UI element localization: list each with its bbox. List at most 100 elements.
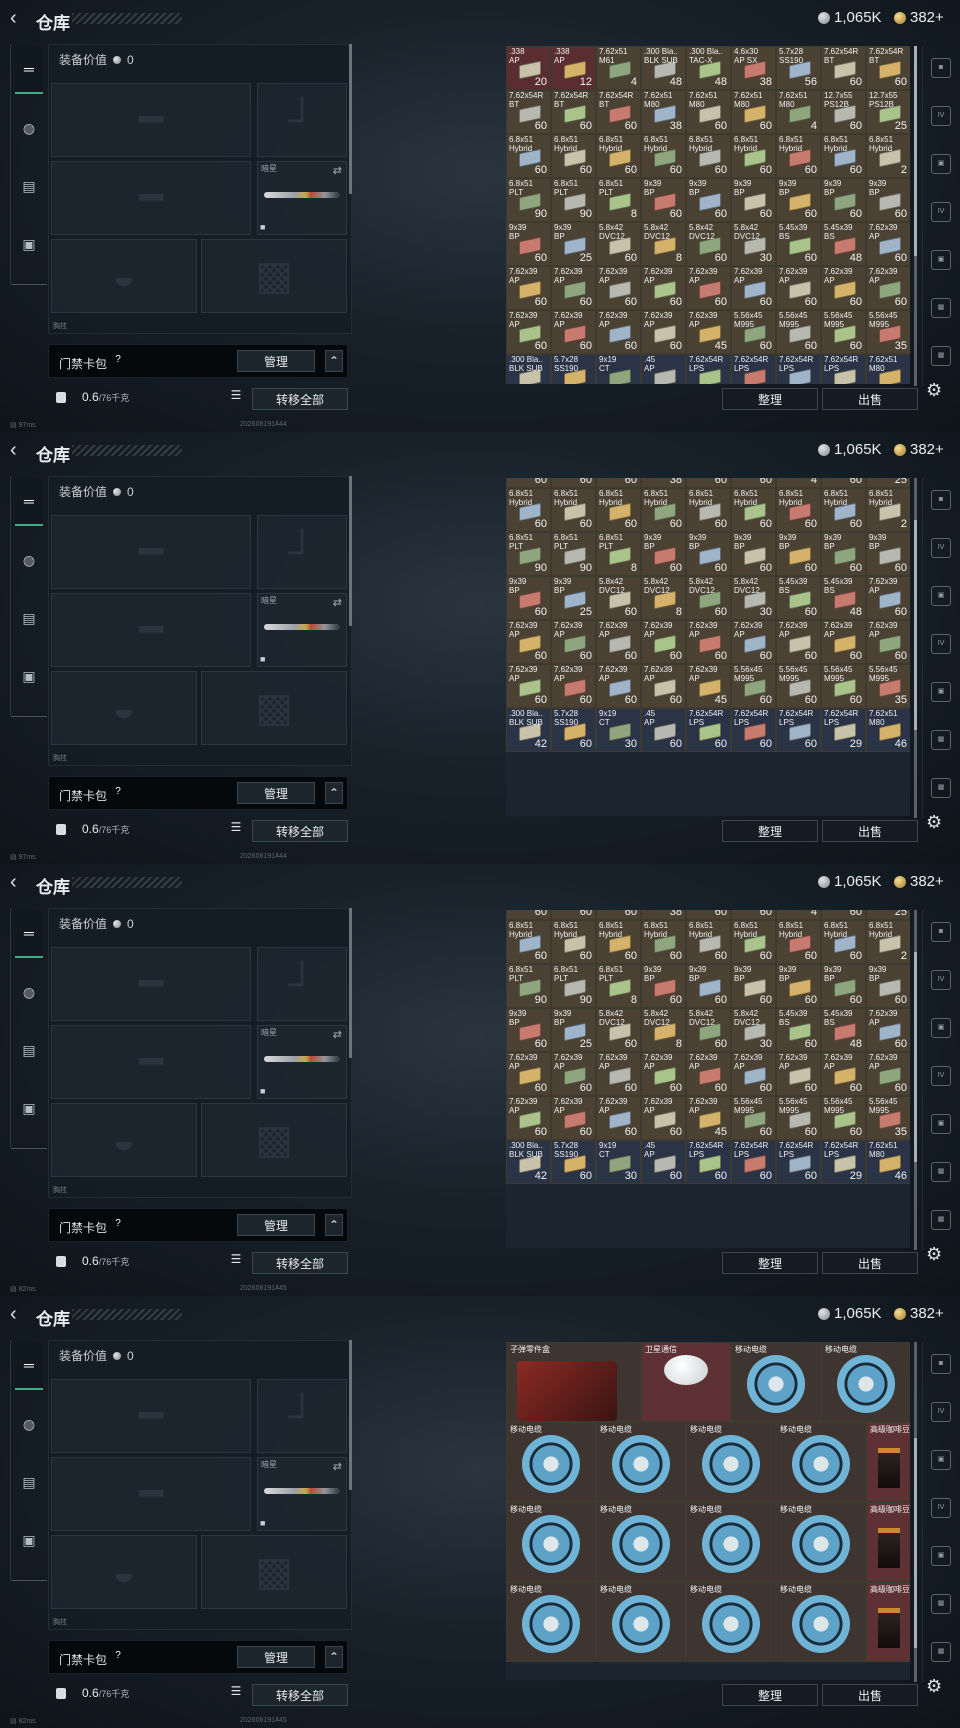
ammo-cell[interactable]: 7.62x54R LPS 60 [731, 1140, 776, 1184]
ammo-cell[interactable]: 9x19 CT 30 [596, 708, 641, 752]
settings-gear-icon[interactable]: ⚙ [926, 1244, 942, 1265]
back-arrow-icon[interactable]: ‹ [10, 8, 26, 28]
armor-slot[interactable]: ▩ [201, 1535, 347, 1609]
ammo-cell[interactable]: 7.62x39 AP 60 [866, 620, 910, 664]
tab-weapons-parts-icon[interactable]: ▣ [931, 1018, 951, 1038]
ammo-cell[interactable]: 5.45x39 BS 48 [821, 1008, 866, 1052]
ammo-cell[interactable]: 6.8x51 Hybrid 60 [551, 920, 596, 964]
helmet-slot[interactable]: ◒ [51, 1535, 197, 1609]
tab-storage-5-icon[interactable]: ▦ [931, 1210, 951, 1230]
ammo-cell[interactable]: 5.7x28 SS19060 [551, 1140, 596, 1184]
ammo-cell[interactable]: 12.7x55 PS12B 60 [821, 90, 866, 134]
loadout-scrollbar[interactable] [349, 44, 352, 194]
tab-all-icon[interactable]: ◙ [931, 1354, 951, 1374]
ammo-cell[interactable]: 7.62x39 AP 60 [731, 1052, 776, 1096]
primary-weapon-slot[interactable]: ━ [51, 947, 251, 1021]
tab-storage-3-icon[interactable]: ▣ [931, 1546, 951, 1566]
tab-storage-3-icon[interactable]: ▣ [931, 250, 951, 270]
ammo-cell[interactable]: 7.62x51 M804 [776, 478, 821, 488]
transfer-all-button[interactable]: 转移全部 [252, 388, 348, 410]
ammo-cell[interactable]: 7.62x39 AP 60 [776, 1052, 821, 1096]
ammo-cell[interactable]: 9x39 BP 60 [731, 532, 776, 576]
tab-helmet-icon[interactable]: ◍ [15, 104, 43, 152]
tab-case-icon[interactable]: ▣ [15, 1516, 43, 1564]
ammo-cell[interactable]: 9x39 BP 60 [821, 532, 866, 576]
help-icon[interactable]: ? [111, 354, 125, 368]
back-arrow-icon[interactable]: ‹ [10, 872, 26, 892]
ammo-cell[interactable]: 7.62x39 AP 60 [641, 266, 686, 310]
ammo-cell[interactable]: 6.8x51 PLT 90 [551, 178, 596, 222]
ammo-cell[interactable]: 5.8x42 DVC12 30 [731, 1008, 776, 1052]
tab-helmet-icon[interactable]: ◍ [15, 968, 43, 1016]
item-cell[interactable]: 高级咖啡豆 [866, 1502, 910, 1582]
ammo-cell[interactable]: 7.62x39 AP 60 [551, 310, 596, 354]
manage-button[interactable]: 管理 [237, 1646, 315, 1668]
ammo-cell[interactable]: 5.56x45 M995 60 [776, 664, 821, 708]
ammo-cell[interactable]: 6.8x51 Hybrid 60 [731, 488, 776, 532]
tab-vest-icon[interactable]: ▤ [15, 1458, 43, 1506]
ammo-cell[interactable]: 7.62x39 AP 60 [731, 620, 776, 664]
sell-button[interactable]: 出售 [822, 820, 918, 842]
ammo-cell[interactable]: 5.8x42 DVC12 60 [596, 222, 641, 266]
ammo-cell[interactable]: 7.62x39 AP 60 [641, 1096, 686, 1140]
ammo-cell[interactable]: 9x39 BP 60 [641, 178, 686, 222]
tab-storage-5-icon[interactable]: ▦ [931, 346, 951, 366]
ammo-cell[interactable]: 7.62x51 M8060 [731, 478, 776, 488]
ammo-cell[interactable]: 9x39 BP 60 [686, 532, 731, 576]
ammo-cell[interactable]: 7.62x39 AP 60 [731, 266, 776, 310]
ammo-cell[interactable]: .300 Bla.. BLK SUB 48 [641, 46, 686, 90]
warehouse-scrollbar[interactable] [914, 46, 917, 386]
ammo-cell[interactable]: 7.62x54R BT 60 [596, 90, 641, 134]
gold-currency[interactable]: 382+ [894, 441, 944, 458]
ammo-cell[interactable]: 6.8x51 Hybrid 60 [776, 920, 821, 964]
tab-storage-5-icon[interactable]: ▦ [931, 778, 951, 798]
item-cell[interactable]: 移动电缆 [686, 1582, 776, 1662]
back-arrow-icon[interactable]: ‹ [10, 1304, 26, 1324]
primary-weapon-slot[interactable]: ━ [51, 1379, 251, 1453]
ammo-cell[interactable]: 5.56x45 M995 60 [776, 1096, 821, 1140]
tab-weapons-icon[interactable]: ═ [15, 1342, 43, 1390]
list-icon[interactable]: ☰ [227, 1252, 245, 1270]
ammo-cell[interactable]: 6.8x51 Hybrid 2 [866, 134, 910, 178]
ammo-cell[interactable]: 5.8x42 DVC12 8 [641, 576, 686, 620]
warehouse-scrollbar[interactable] [914, 910, 917, 1250]
ammo-cell[interactable]: .338 AP 20 [506, 46, 551, 90]
ammo-cell[interactable]: 7.62x51 M61 4 [596, 46, 641, 90]
ammo-cell[interactable]: 5.56x45 M995 60 [731, 1096, 776, 1140]
tab-weapons-icon[interactable]: ═ [15, 478, 43, 526]
tab-storage-3-icon[interactable]: ▣ [931, 682, 951, 702]
ammo-cell[interactable]: 6.8x51 PLT 90 [506, 964, 551, 1008]
helmet-slot[interactable]: ◒ [51, 671, 197, 745]
ammo-cell[interactable]: 6.8x51 Hybrid 60 [641, 134, 686, 178]
helmet-slot[interactable]: ◒ [51, 239, 197, 313]
ammo-cell[interactable]: 9x39 BP 25 [551, 222, 596, 266]
secondary-weapon-slot[interactable]: ━ [51, 1025, 251, 1099]
ammo-cell[interactable]: 9x39 BP 60 [866, 178, 910, 222]
ammo-cell[interactable]: 6.8x51 Hybrid 60 [731, 920, 776, 964]
ammo-cell[interactable]: 5.45x39 BS 60 [776, 222, 821, 266]
tab-helmet-icon[interactable]: ◍ [15, 1400, 43, 1448]
ammo-cell[interactable]: 9x39 BP 60 [866, 532, 910, 576]
ammo-cell[interactable]: .338 AP 12 [551, 46, 596, 90]
pistol-slot[interactable]: ┘ [257, 515, 347, 589]
ammo-cell[interactable]: 7.62x39 AP 60 [866, 1052, 910, 1096]
tab-vest-icon[interactable]: ▤ [15, 162, 43, 210]
item-cell[interactable]: 移动电缆 [686, 1422, 776, 1502]
ammo-cell[interactable]: 5.8x42 DVC12 60 [596, 1008, 641, 1052]
item-cell[interactable]: 移动电缆 [506, 1422, 596, 1502]
ammo-cell[interactable]: .45 AP 60 [641, 708, 686, 752]
ammo-cell[interactable]: 5.56x45 M995 60 [731, 310, 776, 354]
ammo-cell[interactable]: 9x39 BP 60 [821, 178, 866, 222]
armor-slot[interactable]: ▩ [201, 671, 347, 745]
ammo-cell[interactable]: 9x39 BP 25 [551, 1008, 596, 1052]
ammo-cell[interactable]: 9x39 BP 60 [641, 964, 686, 1008]
manage-button[interactable]: 管理 [237, 782, 315, 804]
ammo-cell[interactable]: .300 Bla.. BLK SUB 42 [506, 708, 551, 752]
ammo-cell[interactable]: 7.62x39 AP 60 [641, 1052, 686, 1096]
ammo-cell[interactable]: 5.56x45 M995 60 [731, 664, 776, 708]
settings-gear-icon[interactable]: ⚙ [926, 812, 942, 833]
tab-weapons-icon[interactable]: ═ [15, 46, 43, 94]
ammo-cell[interactable]: 6.8x51 PLT 90 [551, 964, 596, 1008]
tab-storage-4-icon[interactable]: ▦ [931, 1162, 951, 1182]
ammo-cell[interactable]: 7.62x51 M80 38 [641, 90, 686, 134]
